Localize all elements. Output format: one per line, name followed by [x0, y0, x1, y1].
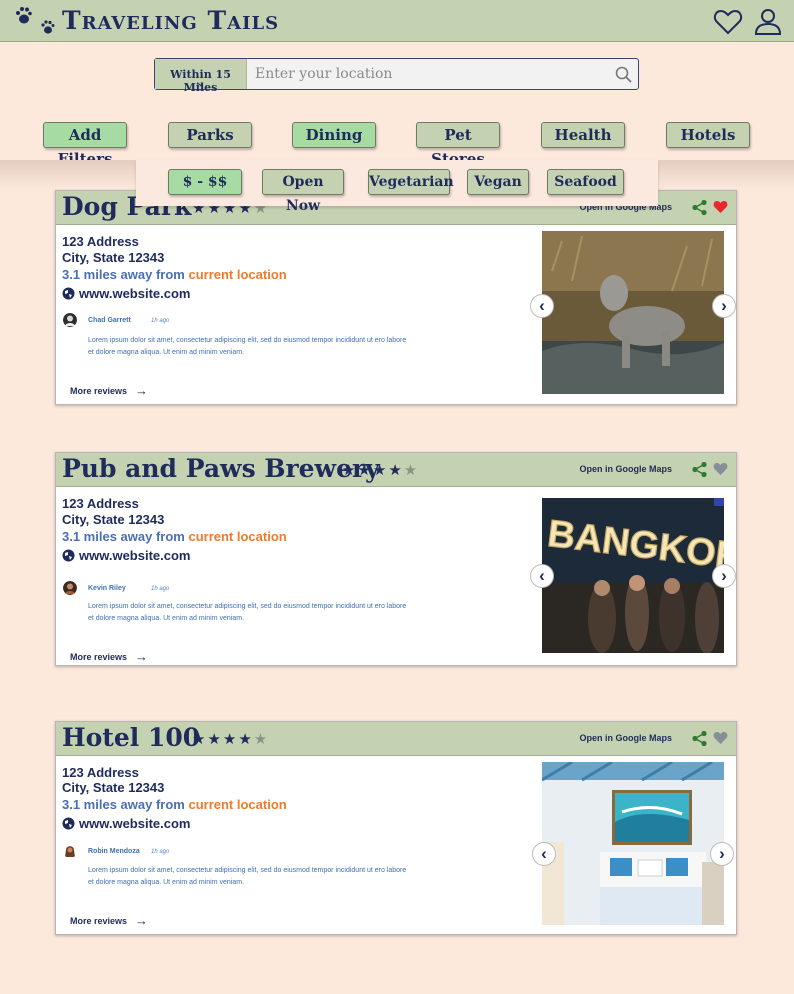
arrow-right-icon: → [135, 913, 149, 928]
current-location-link[interactable]: current location [188, 797, 286, 812]
listing-photo: BANGKOK [542, 498, 724, 653]
reviewer-name[interactable]: Chad Garrett [88, 317, 131, 324]
more-reviews-link[interactable]: More reviews → [70, 913, 148, 928]
previous-photo-button[interactable]: ‹ [532, 842, 556, 866]
distance-text: 3.1 miles away from current location [62, 797, 287, 812]
favorite-heart-icon[interactable] [713, 462, 728, 476]
avatar[interactable] [63, 581, 77, 595]
chevron-down-icon: ⌄ [197, 79, 205, 89]
current-location-link[interactable]: current location [188, 529, 286, 544]
next-photo-button[interactable]: › [710, 842, 734, 866]
reviewer-name[interactable]: Kevin Riley [88, 585, 126, 592]
listing-photo [542, 762, 724, 925]
add-filters-button[interactable]: Add Filters [43, 122, 127, 168]
share-icon[interactable] [691, 199, 708, 216]
address-line-1: 123 Address [62, 765, 139, 780]
open-in-maps-link[interactable]: Open in Google Maps [579, 733, 672, 743]
previous-photo-button[interactable]: ‹ [530, 294, 554, 318]
next-photo-button[interactable]: › [712, 294, 736, 318]
more-reviews-link[interactable]: More reviews → [70, 649, 148, 664]
distance-text: 3.1 miles away from current location [62, 529, 287, 544]
distance-text: 3.1 miles away from current location [62, 267, 287, 282]
listing-card: Hotel 100 ★★★★★ Open in Google Maps 123 … [55, 721, 737, 935]
category-pet-stores[interactable]: Pet Stores [416, 122, 500, 168]
globe-icon [62, 549, 75, 562]
app-header: Traveling Tails [0, 0, 794, 42]
share-icon[interactable] [691, 730, 708, 747]
subfilter-vegetarian[interactable]: Vegetarian [368, 169, 454, 195]
listing-name[interactable]: Pub and Paws Brewery [62, 454, 380, 483]
listing-name[interactable]: Hotel 100 [62, 723, 200, 752]
favorite-filled-heart-icon[interactable] [713, 200, 728, 214]
review-time: 1h ago [151, 318, 170, 324]
address-line-2: City, State 12343 [62, 780, 165, 795]
subfilter-price[interactable]: $ - $$ [168, 169, 242, 195]
star-rating: ★★★★★ [342, 462, 420, 479]
category-dining[interactable]: Dining [292, 122, 376, 148]
listing-header: Hotel 100 ★★★★★ Open in Google Maps [56, 722, 736, 756]
favorite-heart-icon[interactable] [713, 731, 728, 745]
review-time: 1h ago [151, 849, 170, 855]
radius-dropdown[interactable]: Within 15 Miles ⌄ [155, 59, 247, 94]
open-in-maps-link[interactable]: Open in Google Maps [579, 464, 672, 474]
heart-outline-icon[interactable] [713, 7, 743, 37]
review-time: 1h ago [151, 586, 170, 592]
magnifier-icon[interactable] [608, 59, 638, 89]
app-title[interactable]: Traveling Tails [62, 6, 279, 35]
location-search-bar: Within 15 Miles ⌄ [154, 58, 639, 94]
previous-photo-button[interactable]: ‹ [530, 564, 554, 588]
location-input[interactable] [247, 59, 608, 89]
category-health[interactable]: Health [541, 122, 625, 148]
share-icon[interactable] [691, 461, 708, 478]
globe-icon [62, 817, 75, 830]
user-icon[interactable] [753, 7, 783, 37]
listing-card: Dog Park ★★★★★ Open in Google Maps 123 A… [55, 190, 737, 405]
current-location-link[interactable]: current location [188, 267, 286, 282]
more-reviews-link[interactable]: More reviews → [70, 383, 148, 398]
star-rating: ★★★★★ [192, 731, 270, 748]
avatar[interactable] [63, 313, 77, 327]
arrow-right-icon: → [135, 649, 149, 664]
next-photo-button[interactable]: › [712, 564, 736, 588]
review-text: Lorem ipsum dolor sit amet, consectetur … [88, 603, 407, 622]
address-line-1: 123 Address [62, 496, 139, 511]
category-parks[interactable]: Parks [168, 122, 252, 148]
arrow-right-icon: → [135, 383, 149, 398]
address-line-2: City, State 12343 [62, 512, 165, 527]
website-link[interactable]: www.website.com [62, 286, 191, 301]
subfilter-open-now[interactable]: Open Now [262, 169, 344, 214]
address-line-1: 123 Address [62, 234, 139, 249]
subfilter-seafood[interactable]: Seafood [547, 169, 624, 195]
website-link[interactable]: www.website.com [62, 548, 191, 563]
subfilter-vegan[interactable]: Vegan [467, 169, 529, 195]
review-text: Lorem ipsum dolor sit amet, consectetur … [88, 337, 407, 356]
category-hotels[interactable]: Hotels [666, 122, 750, 148]
paw-prints-icon [16, 7, 55, 34]
avatar[interactable] [63, 844, 77, 858]
reviewer-name[interactable]: Robin Mendoza [88, 848, 140, 855]
address-line-2: City, State 12343 [62, 250, 165, 265]
listing-photo [542, 231, 724, 394]
globe-icon [62, 287, 75, 300]
listing-card: Pub and Paws Brewery ★★★★★ Open in Googl… [55, 452, 737, 666]
listing-header: Pub and Paws Brewery ★★★★★ Open in Googl… [56, 453, 736, 487]
review-text: Lorem ipsum dolor sit amet, consectetur … [88, 867, 407, 886]
website-link[interactable]: www.website.com [62, 816, 191, 831]
